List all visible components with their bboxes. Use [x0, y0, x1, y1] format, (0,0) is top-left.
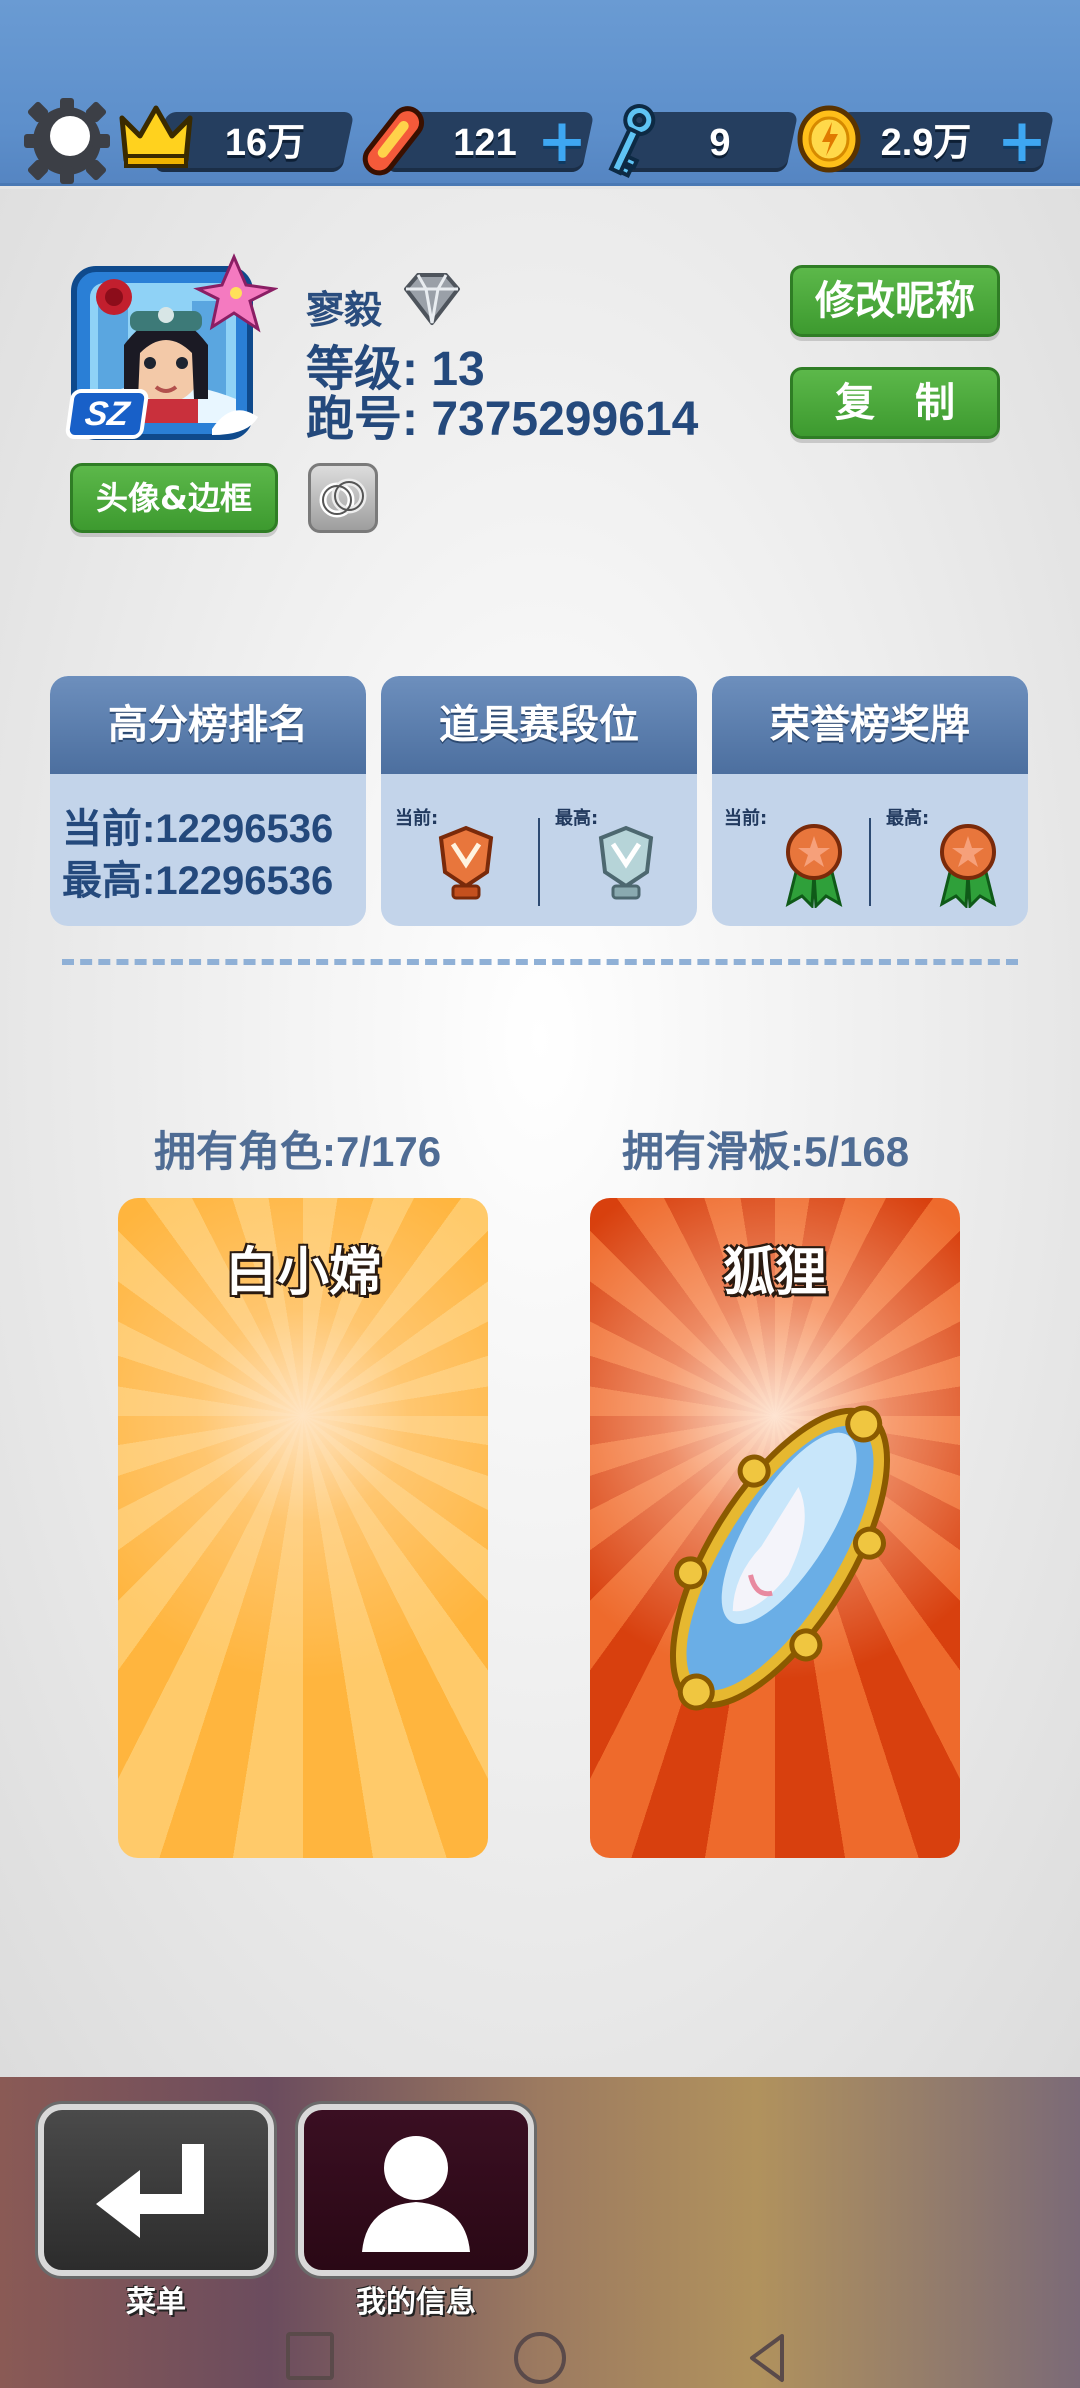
avatar-badge: SZ [64, 389, 150, 439]
character-name: 白小嫦 [224, 1243, 381, 1303]
player-name: 寥毅 [306, 288, 383, 332]
bronze-trophy-icon [431, 824, 501, 904]
copy-id-button[interactable]: 复 制 [790, 367, 1000, 439]
highscore-current: 当前:12296536 [62, 807, 334, 851]
bronze-medal-icon [782, 822, 846, 910]
key-icon [600, 100, 660, 180]
coin-icon [796, 104, 862, 174]
system-home-icon[interactable] [514, 2332, 566, 2384]
ring-badge-icon[interactable] [308, 463, 378, 533]
return-arrow-icon [96, 2144, 204, 2238]
keys-value: 9 [709, 122, 731, 164]
item-tier-card[interactable]: 道具赛段位 当前: 最高: [381, 676, 697, 926]
crown-value: 16万 [224, 122, 306, 164]
characters-owned-label: 拥有角色:7/176 [154, 1128, 442, 1175]
settings-gear-icon[interactable] [22, 96, 112, 186]
highscore-title: 高分榜排名 [50, 676, 366, 774]
honor-medal-card[interactable]: 荣誉榜奖牌 当前: 最高: [712, 676, 1028, 926]
fox-hoverboard-image [640, 1378, 920, 1738]
edit-nickname-button[interactable]: 修改昵称 [790, 265, 1000, 337]
user-icon [362, 2136, 470, 2252]
menu-button[interactable] [38, 2104, 274, 2276]
dashed-divider [62, 959, 1018, 965]
crown-icon [118, 102, 194, 172]
menu-label: 菜单 [126, 2285, 186, 2320]
system-back-icon[interactable] [744, 2332, 792, 2384]
system-recents-icon[interactable] [286, 2332, 334, 2380]
runner-id: 跑号: 7375299614 [306, 393, 699, 446]
top-resource-bar: 16万 121 + 9 2.9万 + [0, 0, 1080, 186]
honor-best-label: 最高: [886, 808, 930, 829]
silver-trophy-icon [591, 824, 661, 904]
avatar[interactable]: SZ [62, 249, 279, 445]
item-tier-title: 道具赛段位 [381, 676, 697, 774]
bronze-medal-best-icon [936, 822, 1000, 910]
coins-value: 2.9万 [880, 122, 972, 164]
honor-medal-title: 荣誉榜奖牌 [712, 676, 1028, 774]
board-name: 狐狸 [722, 1243, 827, 1303]
highscore-best: 最高:12296536 [62, 859, 334, 903]
profile-panel: SZ 寥毅 等级: 13 跑号: 7375299614 修改昵称 复 制 头像&… [0, 189, 1080, 2077]
avatar-frame-button[interactable]: 头像&边框 [70, 463, 278, 533]
add-boards-button[interactable]: + [536, 111, 588, 171]
highscore-card[interactable]: 高分榜排名 当前:12296536 最高:12296536 [50, 676, 366, 926]
hoverboard-icon [360, 100, 430, 180]
diamond-rank-icon [402, 271, 462, 327]
my-info-button[interactable] [298, 2104, 534, 2276]
boards-owned-label: 拥有滑板:5/168 [622, 1128, 910, 1175]
my-info-label: 我的信息 [356, 2285, 476, 2320]
divider [869, 818, 871, 906]
add-coins-button[interactable]: + [996, 111, 1048, 171]
character-card[interactable]: 白小嫦 [118, 1198, 488, 1858]
hoverboard-card[interactable]: 狐狸 [590, 1198, 960, 1858]
boards-value: 121 [453, 122, 517, 164]
honor-current-label: 当前: [724, 808, 768, 829]
divider [538, 818, 540, 906]
